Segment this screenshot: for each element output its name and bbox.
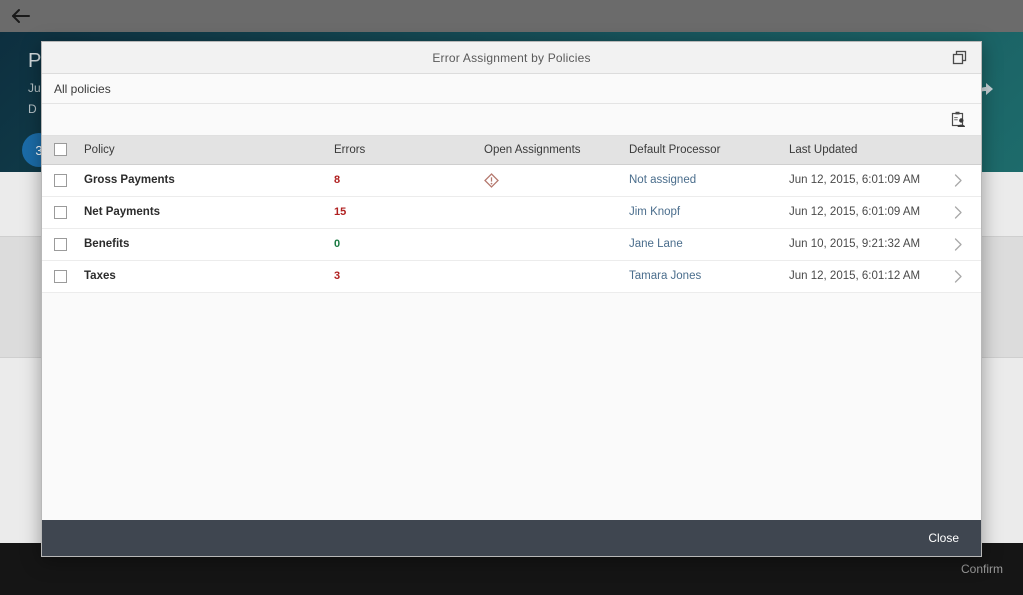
cell-policy: Taxes bbox=[78, 260, 328, 293]
errors-value: 3 bbox=[334, 270, 341, 282]
dialog-title: Error Assignment by Policies bbox=[432, 50, 591, 65]
table-row[interactable]: Net Payments 15 Jim Knopf Jun 12, 2015, 6:0… bbox=[42, 196, 981, 229]
cell-default-processor: Jane Lane bbox=[623, 228, 783, 261]
chevron-right-icon[interactable] bbox=[954, 269, 977, 283]
error-assignment-dialog: Error Assignment by Policies All policie… bbox=[41, 41, 982, 557]
chevron-right-icon[interactable] bbox=[954, 205, 977, 219]
row-checkbox[interactable] bbox=[54, 173, 67, 187]
clipboard-person-icon[interactable] bbox=[945, 107, 971, 133]
table-body: Gross Payments 8 Not assigned Jun 12, 2015,… bbox=[42, 164, 981, 293]
chevron-right-icon[interactable] bbox=[954, 237, 977, 251]
background-hero-subtitle: Ju bbox=[28, 81, 41, 95]
select-all-checkbox[interactable] bbox=[54, 143, 67, 157]
cell-last-updated: Jun 12, 2015, 6:01:09 AM bbox=[783, 164, 948, 197]
policy-name: Taxes bbox=[84, 270, 116, 282]
policies-table: Policy Errors Open Assignments Default P… bbox=[42, 136, 981, 293]
column-header-last-updated[interactable]: Last Updated bbox=[783, 136, 948, 165]
row-select-cell bbox=[42, 164, 78, 197]
back-arrow-icon[interactable] bbox=[10, 5, 32, 27]
dialog-filter-bar: All policies bbox=[42, 74, 981, 104]
cell-last-updated: Jun 12, 2015, 6:01:09 AM bbox=[783, 196, 948, 229]
cell-last-updated: Jun 12, 2015, 6:01:12 AM bbox=[783, 260, 948, 293]
last-updated-value: Jun 12, 2015, 6:01:12 AM bbox=[789, 270, 921, 282]
row-select-cell bbox=[42, 260, 78, 293]
cell-errors: 3 bbox=[328, 260, 478, 293]
cell-default-processor: Jim Knopf bbox=[623, 196, 783, 229]
dialog-toolbar bbox=[42, 104, 981, 136]
column-header-navigation bbox=[948, 136, 981, 165]
dialog-header: Error Assignment by Policies bbox=[42, 42, 981, 74]
row-select-cell bbox=[42, 228, 78, 261]
warning-diamond-icon[interactable] bbox=[484, 172, 617, 188]
cell-errors: 8 bbox=[328, 164, 478, 197]
background-hero-text: P Ju D bbox=[28, 50, 42, 116]
background-hero-title: P bbox=[28, 50, 42, 72]
row-checkbox[interactable] bbox=[54, 205, 67, 219]
table-row[interactable]: Taxes 3 Tamara Jones Jun 12, 2015, 6:01:12 … bbox=[42, 260, 981, 293]
row-checkbox[interactable] bbox=[54, 237, 67, 251]
errors-value: 0 bbox=[334, 238, 341, 250]
dialog-footer: Close bbox=[42, 520, 981, 556]
table-header: Policy Errors Open Assignments Default P… bbox=[42, 136, 981, 165]
last-updated-value: Jun 12, 2015, 6:01:09 AM bbox=[789, 174, 921, 186]
row-select-cell bbox=[42, 196, 78, 229]
cell-navigation bbox=[948, 196, 981, 229]
policy-filter-label[interactable]: All policies bbox=[54, 82, 111, 96]
cell-default-processor: Not assigned bbox=[623, 164, 783, 197]
cell-last-updated: Jun 10, 2015, 9:21:32 AM bbox=[783, 228, 948, 261]
cell-navigation bbox=[948, 228, 981, 261]
policies-table-container: Policy Errors Open Assignments Default P… bbox=[42, 136, 981, 520]
table-row[interactable]: Benefits 0 Jane Lane Jun 10, 2015, 9:21:32 … bbox=[42, 228, 981, 261]
select-all-header bbox=[42, 136, 78, 165]
background-hero-subtitle-2: D bbox=[28, 102, 37, 116]
row-checkbox[interactable] bbox=[54, 269, 67, 283]
cell-policy: Benefits bbox=[78, 228, 328, 261]
cell-errors: 0 bbox=[328, 228, 478, 261]
cell-policy: Gross Payments bbox=[78, 164, 328, 197]
column-header-default-processor[interactable]: Default Processor bbox=[623, 136, 783, 165]
processor-link[interactable]: Tamara Jones bbox=[629, 270, 701, 282]
cell-navigation bbox=[948, 260, 981, 293]
last-updated-value: Jun 12, 2015, 6:01:09 AM bbox=[789, 206, 921, 218]
table-row[interactable]: Gross Payments 8 Not assigned Jun 12, 2015,… bbox=[42, 164, 981, 197]
cell-policy: Net Payments bbox=[78, 196, 328, 229]
errors-value: 15 bbox=[334, 206, 347, 218]
column-header-policy[interactable]: Policy bbox=[78, 136, 328, 165]
close-button[interactable]: Close bbox=[922, 527, 965, 549]
column-header-errors[interactable]: Errors bbox=[328, 136, 478, 165]
policy-name: Gross Payments bbox=[84, 174, 175, 186]
cell-open-assignments bbox=[478, 228, 623, 261]
cell-default-processor: Tamara Jones bbox=[623, 260, 783, 293]
cell-open-assignments bbox=[478, 196, 623, 229]
dialog-header-actions bbox=[945, 42, 981, 73]
confirm-button[interactable]: Confirm bbox=[961, 562, 1003, 576]
column-header-open-assignments[interactable]: Open Assignments bbox=[478, 136, 623, 165]
cell-open-assignments bbox=[478, 260, 623, 293]
cell-open-assignments bbox=[478, 164, 623, 197]
table-header-row: Policy Errors Open Assignments Default P… bbox=[42, 136, 981, 165]
cell-errors: 15 bbox=[328, 196, 478, 229]
last-updated-value: Jun 10, 2015, 9:21:32 AM bbox=[789, 238, 921, 250]
policy-name: Net Payments bbox=[84, 206, 161, 218]
errors-value: 8 bbox=[334, 174, 341, 186]
processor-link[interactable]: Not assigned bbox=[629, 174, 696, 186]
policy-name: Benefits bbox=[84, 238, 130, 250]
cell-navigation bbox=[948, 164, 981, 197]
chevron-right-icon[interactable] bbox=[954, 173, 977, 187]
processor-link[interactable]: Jim Knopf bbox=[629, 206, 680, 218]
restore-window-icon[interactable] bbox=[945, 44, 973, 72]
background-top-toolbar bbox=[0, 0, 1023, 32]
processor-link[interactable]: Jane Lane bbox=[629, 238, 683, 250]
